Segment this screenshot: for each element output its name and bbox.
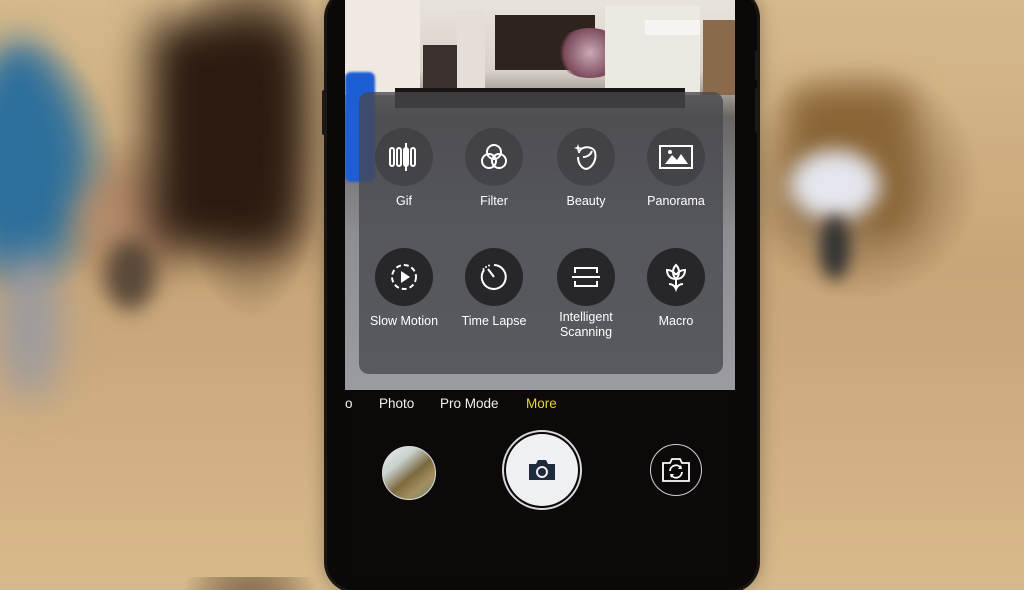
camera-screen: Gif Filter Beauty Panorama Slow Motion T… [345, 0, 735, 577]
vf-doorframe-right [703, 20, 735, 95]
mode-slow-motion[interactable]: Slow Motion [359, 248, 449, 329]
time-lapse-icon [465, 248, 523, 306]
vf-air-conditioner [645, 20, 700, 35]
mode-beauty[interactable]: Beauty [541, 128, 631, 209]
phone-side-button [322, 90, 327, 135]
background-doorway [150, 20, 300, 250]
tab-photo[interactable]: Photo [379, 396, 414, 411]
filter-icon [465, 128, 523, 186]
mode-label: Panorama [647, 194, 705, 208]
phone-side-button-right-2 [755, 88, 760, 133]
camera-icon [529, 460, 555, 480]
macro-icon [647, 248, 705, 306]
mode-label-line2: Scanning [559, 325, 613, 339]
gif-icon [375, 128, 433, 186]
phone-side-button-right [755, 50, 760, 80]
tab-partial[interactable]: o [345, 396, 353, 411]
vf-pillar [457, 10, 485, 95]
tab-more[interactable]: More [526, 396, 557, 411]
capture-controls [345, 430, 735, 510]
slow-motion-icon [375, 248, 433, 306]
shutter-button[interactable] [502, 430, 582, 510]
mode-label: Gif [396, 194, 412, 208]
background-floor-reflection [0, 250, 60, 400]
background-figurine-right [790, 150, 880, 220]
mode-tabs: o Photo Pro Mode More [345, 396, 735, 414]
mode-label: Slow Motion [369, 314, 439, 328]
background-figurine-right-body [820, 215, 850, 280]
mode-label: Macro [658, 314, 694, 328]
scan-icon [557, 248, 615, 306]
mode-macro[interactable]: Macro [631, 248, 721, 329]
tab-pro-mode[interactable]: Pro Mode [440, 396, 499, 411]
mode-label-line1: Intelligent [559, 310, 613, 324]
background-figurine-left-body [105, 240, 155, 310]
switch-camera-button[interactable] [650, 444, 702, 496]
shutter-inner [506, 434, 578, 506]
mode-label: Beauty [566, 194, 606, 208]
mode-panorama[interactable]: Panorama [631, 128, 721, 209]
switch-camera-icon [662, 458, 690, 482]
mode-label: Time Lapse [461, 314, 527, 328]
mode-intelligent-scanning[interactable]: Intelligent Scanning [541, 248, 631, 340]
mode-time-lapse[interactable]: Time Lapse [449, 248, 539, 329]
mode-label: Filter [480, 194, 508, 208]
panorama-icon [647, 128, 705, 186]
mode-gif[interactable]: Gif [359, 128, 449, 209]
beauty-icon [557, 128, 615, 186]
more-modes-panel: Gif Filter Beauty Panorama Slow Motion T… [359, 92, 723, 374]
vf-wall-right [605, 5, 700, 95]
background-blue-object [0, 40, 70, 280]
gallery-thumbnail[interactable] [382, 446, 436, 500]
mode-filter[interactable]: Filter [449, 128, 539, 209]
